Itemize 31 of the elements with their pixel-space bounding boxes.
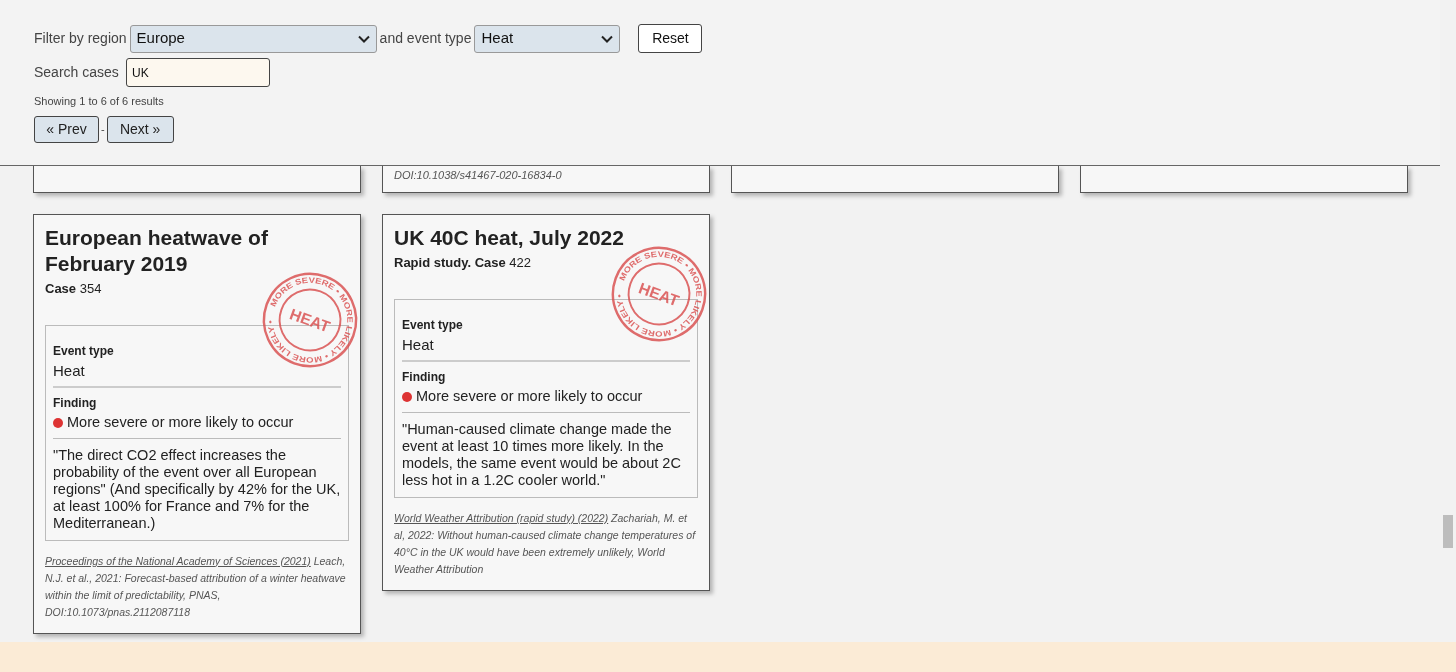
- field-label: Search cases: [34, 63, 120, 82]
- source-citation: DOI:10.1038/s41467-020-16834-0: [394, 168, 563, 183]
- quote-text: "The direct CO2 effect increases the probability of the event over all European regions" (And specifically by 42% for the UK, at least 100% for France and 7% for the Mediterranean.): [53, 446, 341, 532]
- source-link[interactable]: Proceedings of the National Academy of Sciences (2021): [45, 554, 311, 567]
- chevron-down-icon: [357, 34, 370, 43]
- finding-value: More severe or more likely to occur: [416, 387, 643, 406]
- prev-button[interactable]: « Prev: [34, 115, 99, 143]
- source-citation: World Weather Attribution (rapid study) (2022) Zachariah, M. et al, 2022: Without human-caused climate change temperatures of 40°C in the UK would have been extremely unlikely, World Weather Attribution: [394, 510, 697, 577]
- field-label: Finding: [53, 395, 98, 412]
- field-label: Event type: [53, 342, 114, 360]
- scrollbar-thumb[interactable]: [1443, 515, 1453, 548]
- field-label: Event type: [402, 316, 463, 334]
- field-label: Filter by region: [34, 29, 127, 48]
- card-title: European heatwave of February 2019: [45, 225, 269, 277]
- search-field[interactable]: UK: [126, 58, 270, 87]
- region-select[interactable]: Europe: [129, 24, 377, 53]
- card-title: UK 40C heat, July 2022: [394, 225, 625, 251]
- case-number: Case 354: [45, 280, 102, 298]
- event-type-select[interactable]: Heat: [474, 24, 621, 53]
- separator-text: -: [101, 121, 105, 137]
- finding-value: More severe or more likely to occur: [67, 413, 294, 432]
- source-link[interactable]: World Weather Attribution (rapid study) (2022): [394, 511, 609, 524]
- case-number: Rapid study. Case 422: [394, 254, 532, 272]
- field-label: Finding: [402, 369, 447, 386]
- chevron-down-icon: [601, 34, 614, 43]
- results-count: Showing 1 to 6 of 6 results: [34, 94, 165, 109]
- source-citation: Proceedings of the National Academy of Sciences (2021) Leach, N.J. et al., 2021: Forecast-based attribution of a winter heatwave within the limit of predictability, PNAS, DOI:10.1073/pnas.2112087118: [45, 553, 347, 620]
- quote-text: "Human-caused climate change made the event at least 10 times more likely. In the models, the same event would be about 2C less hot in a 1.2C cooler world.": [402, 420, 682, 489]
- reset-button[interactable]: Reset: [638, 24, 703, 53]
- next-button[interactable]: Next »: [106, 115, 174, 143]
- field-label: and event type: [379, 29, 472, 48]
